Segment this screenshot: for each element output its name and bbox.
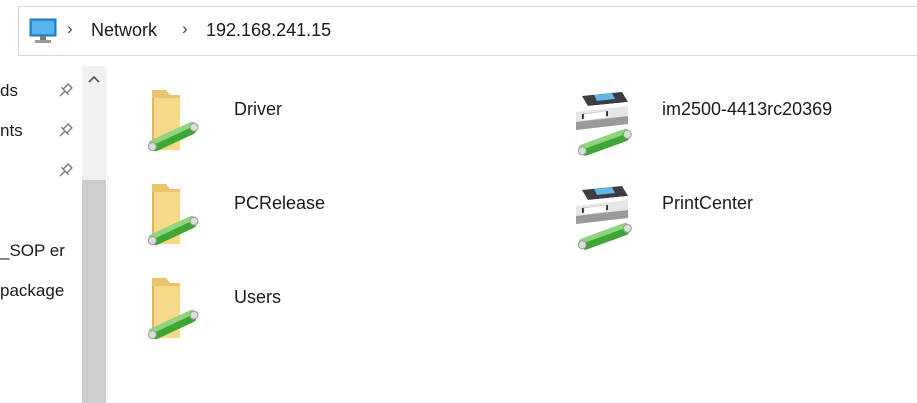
item-label: Driver xyxy=(234,99,282,119)
breadcrumb-separator-icon[interactable]: › xyxy=(182,19,188,39)
nav-scrollbar[interactable] xyxy=(82,66,106,403)
nav-item[interactable] xyxy=(0,158,82,186)
nav-item[interactable]: _SOP er xyxy=(0,238,82,266)
item-label: PCRelease xyxy=(234,193,326,213)
shared-folder-item[interactable]: Driver xyxy=(140,78,340,168)
scroll-thumb[interactable] xyxy=(82,180,106,403)
nav-item[interactable]: ds xyxy=(0,78,82,106)
shared-folder-icon xyxy=(140,266,210,346)
address-bar[interactable]: › Network › 192.168.241.15 xyxy=(18,6,917,56)
item-label: Users xyxy=(234,287,282,307)
nav-item-label: package xyxy=(0,281,65,300)
pane-divider xyxy=(107,66,108,403)
network-printer-item[interactable]: im2500-4413rc20369 xyxy=(568,78,868,168)
network-printer-item[interactable]: PrintCenter xyxy=(568,172,868,262)
breadcrumb-host[interactable]: 192.168.241.15 xyxy=(206,20,331,41)
shared-folder-item[interactable]: PCRelease xyxy=(140,172,360,262)
nav-item-label: nts xyxy=(0,121,23,140)
item-label: PrintCenter xyxy=(662,193,754,213)
breadcrumb-network[interactable]: Network xyxy=(91,20,157,41)
pin-icon[interactable] xyxy=(56,82,74,100)
shared-folder-item[interactable]: Users xyxy=(140,266,340,356)
nav-item-label: _SOP er xyxy=(0,241,65,260)
nav-item[interactable]: nts xyxy=(0,118,82,146)
printer-icon xyxy=(568,78,638,158)
scroll-up-icon[interactable] xyxy=(82,66,106,92)
shared-folder-icon xyxy=(140,78,210,158)
breadcrumb-separator-icon[interactable]: › xyxy=(67,19,73,39)
nav-item-label: ds xyxy=(0,81,18,100)
navigation-pane: ds nts _SOP er package xyxy=(0,66,108,403)
shared-folder-icon xyxy=(140,172,210,252)
this-pc-icon[interactable] xyxy=(28,17,58,50)
pin-icon[interactable] xyxy=(56,162,74,180)
printer-icon xyxy=(568,172,638,252)
nav-item[interactable]: package xyxy=(0,278,82,306)
item-label: im2500-4413rc20369 xyxy=(662,99,833,119)
pin-icon[interactable] xyxy=(56,122,74,140)
